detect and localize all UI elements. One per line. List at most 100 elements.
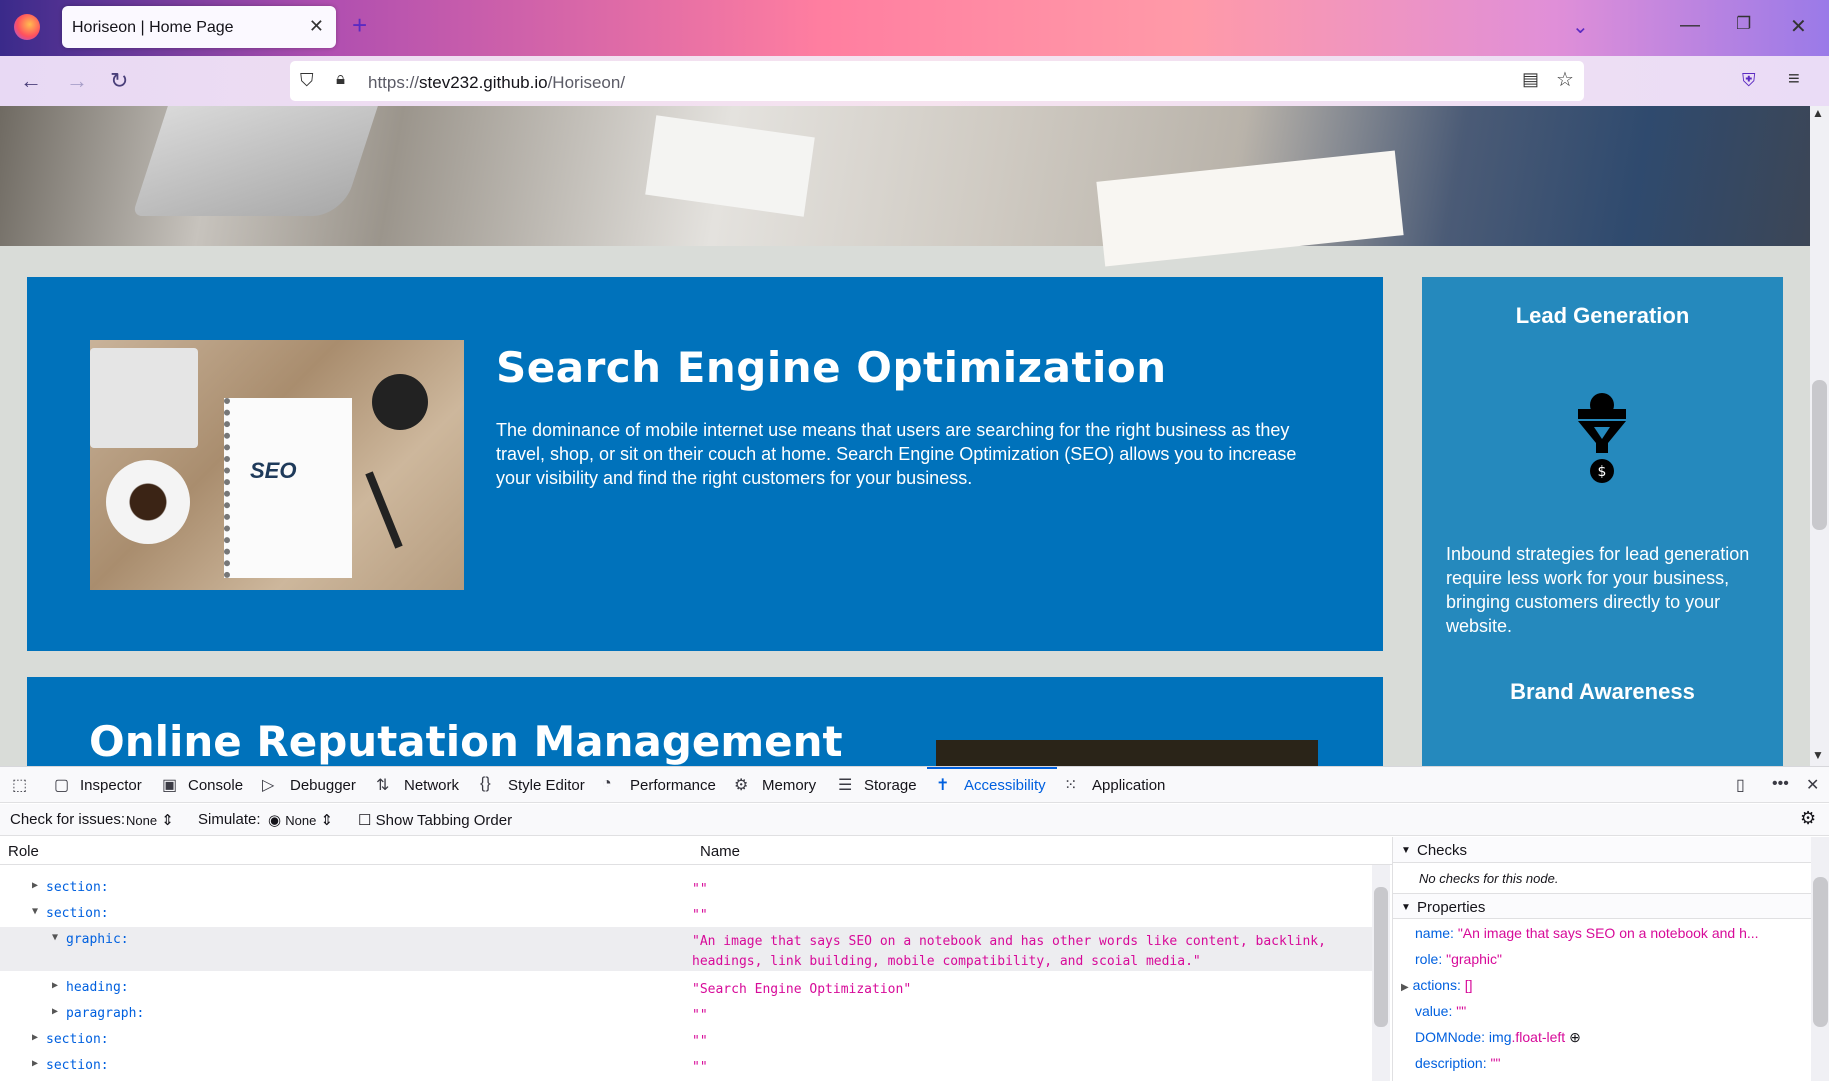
url-text[interactable]: https://stev232.github.io/Horiseon/ [368,73,625,93]
simulate-label: Simulate: [198,811,261,828]
reader-view-icon[interactable]: ▤ [1522,69,1539,90]
back-icon[interactable]: ← [20,68,42,94]
col-role[interactable]: Role [8,843,39,860]
seo-paragraph: The dominance of mobile internet use mea… [496,420,1297,488]
dock-icon[interactable]: ▯ [1736,775,1745,795]
prop-dom-class: .float-left [1511,1029,1566,1045]
expand-icon[interactable]: ▶ [32,1058,38,1069]
more-options-icon[interactable]: ••• [1772,775,1789,793]
tab-close-icon[interactable]: ✕ [309,16,324,37]
tree-role: section: [46,880,109,895]
benefits-aside: Lead Generation $ Inbound strategies for… [1422,277,1783,766]
tab-console[interactable]: Console [188,777,243,794]
element-picker-icon[interactable]: ⬚ [12,775,27,795]
properties-header[interactable]: ▼ Properties [1393,893,1811,919]
expand-icon[interactable]: ▶ [52,980,58,991]
tab-performance[interactable]: Performance [630,777,716,794]
check-issues-value: None [126,813,158,828]
check-issues-select[interactable]: None ⇕ [126,811,174,829]
pocket-icon[interactable]: ⛨ [1742,70,1756,91]
tree-row[interactable]: ▶ section: "" [0,1053,1372,1079]
network-icon: ⇅ [376,777,390,794]
tabbing-order-checkbox[interactable]: ☐ Show Tabbing Order [358,811,512,829]
tree-name: "" [692,1034,708,1049]
scroll-down-icon[interactable]: ▼ [1812,748,1824,762]
prop-name[interactable]: name: "An image that says SEO on a noteb… [1415,925,1807,941]
tree-name: "" [692,882,708,897]
inspector-icon: ▢ [54,777,70,794]
prop-value-row[interactable]: value: "" [1415,1003,1466,1019]
shield-icon[interactable]: ⛉ [300,70,314,91]
prop-domnode[interactable]: DOMNode: img.float-left ⊕ [1415,1029,1581,1046]
collapse-icon: ▼ [1401,845,1411,856]
lead-generation-text: Inbound strategies for lead generation r… [1446,544,1750,636]
target-node-icon[interactable]: ⊕ [1569,1029,1581,1045]
page-scrollbar-thumb[interactable] [1812,380,1827,530]
forward-icon[interactable]: → [66,68,88,94]
hero-paper-shape [645,115,815,217]
tree-name: "" [692,908,708,923]
tree-row[interactable]: ▼ section: "" [0,901,1372,927]
tree-row[interactable]: ▶ heading: "Search Engine Optimization" [0,975,1372,1001]
firefox-logo-icon[interactable] [14,14,40,40]
collapse-icon[interactable]: ▼ [52,932,58,943]
scroll-up-icon[interactable]: ▲ [1812,106,1824,120]
browser-tab[interactable]: Horiseon | Home Page ✕ [62,6,336,48]
checks-label: Checks [1417,842,1468,859]
tree-role: paragraph: [66,1006,145,1021]
tab-inspector[interactable]: Inspector [80,777,142,794]
tree-role: section: [46,906,109,921]
expand-icon[interactable]: ▶ [32,880,38,891]
simulate-select[interactable]: ◉ None ⇕ [268,811,333,829]
tree-role: section: [46,1058,109,1073]
checks-header[interactable]: ▼ Checks [1393,837,1811,863]
devtools-close-icon[interactable]: ✕ [1806,775,1819,795]
expand-icon[interactable]: ▶ [32,1032,38,1043]
new-tab-button[interactable]: + [352,10,367,41]
prop-value: "" [1456,1003,1467,1019]
bookmark-star-icon[interactable]: ☆ [1556,67,1574,92]
tree-row[interactable]: ▶ section: "" [0,875,1372,901]
collapse-icon[interactable]: ▼ [32,906,38,917]
tree-row[interactable]: ▶ section: "" [0,1027,1372,1053]
menu-icon[interactable]: ≡ [1788,68,1800,91]
hero-paper-shape [1096,150,1404,267]
expand-icon[interactable]: ▶ [52,1006,58,1017]
sidebar-scrollbar-thumb[interactable] [1813,877,1828,1027]
simulate-value: None [285,813,317,828]
prop-role[interactable]: role: "graphic" [1415,951,1502,967]
notebook-shape [224,398,352,578]
tab-storage[interactable]: Storage [864,777,917,794]
restore-icon[interactable]: ❐ [1736,14,1751,34]
console-icon: ▣ [162,777,178,794]
col-name[interactable]: Name [700,843,740,860]
settings-gear-icon[interactable]: ⚙ [1800,808,1816,829]
window-close-icon[interactable]: ✕ [1790,14,1807,39]
tab-debugger[interactable]: Debugger [290,777,356,794]
page-viewport: SEO Search Engine Optimization The domin… [0,106,1810,766]
svg-text:$: $ [1598,464,1607,480]
application-icon: ⁙ [1064,777,1078,794]
tab-application[interactable]: Application [1092,777,1165,794]
tree-row[interactable]: ▶ paragraph: "" [0,1001,1372,1027]
prop-key: role: [1415,951,1443,967]
tree-header: Role Name [0,837,1392,865]
tab-memory[interactable]: Memory [762,777,816,794]
chevron-down-icon[interactable]: ⌄ [1572,14,1589,39]
reload-icon[interactable]: ↻ [110,68,128,94]
prop-key: actions: [1412,977,1461,993]
lock-icon[interactable]: 🔒︎ [336,69,345,89]
expand-icon[interactable]: ▶ [1401,982,1409,993]
tab-style-editor[interactable]: Style Editor [508,777,585,794]
tree-scrollbar-thumb[interactable] [1374,887,1388,1027]
minimize-icon[interactable]: — [1680,14,1700,37]
tab-accessibility[interactable]: Accessibility [964,777,1046,794]
tab-network[interactable]: Network [404,777,459,794]
prop-description[interactable]: description: "" [1415,1055,1500,1071]
prop-actions[interactable]: ▶ actions: [] [1401,977,1473,993]
memory-icon: ⚙ [734,777,749,794]
keyboard-shape [90,348,198,448]
seo-heading: Search Engine Optimization [496,343,1167,392]
tree-row-selected[interactable]: ▼ graphic: "An image that says SEO on a … [0,927,1372,971]
prop-key: value: [1415,1003,1453,1019]
